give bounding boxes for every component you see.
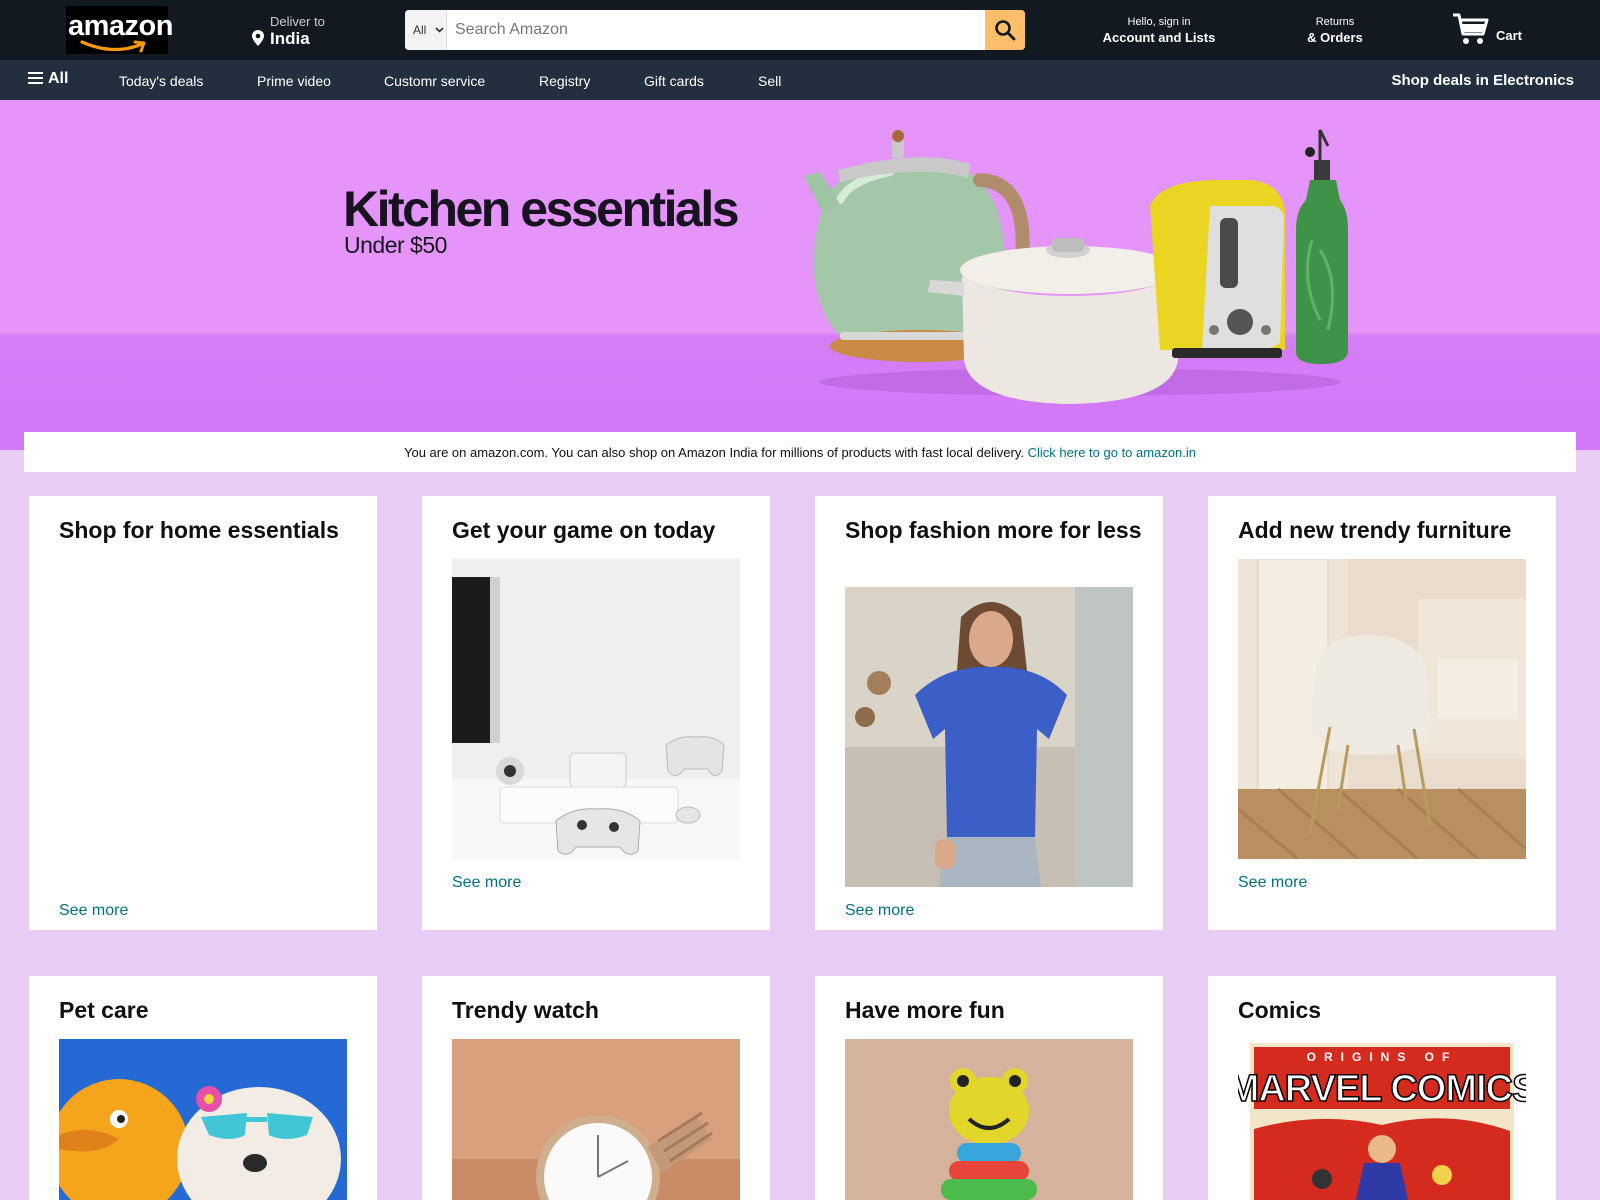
nav-link-customer-service[interactable]: Customr service (384, 73, 485, 89)
card-title: Get your game on today (452, 517, 716, 543)
card-image-watch[interactable] (452, 1039, 740, 1200)
card-comics: Comics ORIGINS OF MARVEL COMICS (1208, 976, 1556, 1200)
card-have-more-fun: Have more fun (815, 976, 1163, 1200)
card-trendy-watch: Trendy watch (422, 976, 770, 1200)
logo-text: amazon (68, 10, 173, 42)
card-title: Trendy watch (452, 997, 599, 1023)
hero-subtitle: Under $50 (344, 232, 447, 258)
nav-link-registry[interactable]: Registry (539, 73, 590, 89)
search-icon (995, 20, 1016, 41)
see-more-link[interactable]: See more (845, 902, 914, 920)
card-home-essentials: Shop for home essentials See more (29, 496, 377, 930)
top-navbar: amazon Deliver to India All Hello (0, 0, 1600, 60)
card-furniture: Add new trendy furniture See more (1208, 496, 1556, 930)
card-title: Shop for home essentials (59, 517, 339, 543)
location-pin-icon (252, 30, 264, 46)
cart-label: Cart (1496, 28, 1523, 43)
kitchen-products-image (804, 129, 1348, 404)
deliver-label: Deliver to (270, 14, 325, 29)
account-and-lists[interactable]: Hello, sign in Account and Lists (1100, 16, 1218, 45)
card-title: Shop fashion more for less (845, 517, 1142, 543)
hamburger-menu-icon (28, 72, 43, 84)
card-image-toy[interactable] (845, 1039, 1133, 1200)
card-fashion: Shop fashion more for less See more (815, 496, 1163, 930)
see-more-link[interactable]: See more (452, 874, 521, 892)
card-title: Comics (1238, 997, 1322, 1023)
see-more-link[interactable]: See more (1238, 874, 1307, 892)
card-image-pet-care[interactable] (59, 1039, 347, 1200)
comic-cover-top-text: ORIGINS OF (1307, 1050, 1458, 1064)
card-pet-care: Pet care (29, 976, 377, 1200)
hero-banner[interactable]: Kitchen essentials Under $50 (0, 100, 1600, 450)
secondary-navbar: All Today's deals Prime video Customr se… (0, 60, 1600, 100)
card-image-comics[interactable]: ORIGINS OF MARVEL COMICS (1238, 1039, 1526, 1200)
card-image-furniture[interactable] (1238, 559, 1526, 859)
toaster-image (1150, 180, 1285, 358)
account-label: Account and Lists (1102, 30, 1216, 45)
card-title: Pet care (59, 997, 149, 1023)
returns-label: Returns (1315, 16, 1355, 28)
search-input[interactable] (447, 10, 984, 50)
cart-icon (1453, 13, 1489, 44)
card-title: Have more fun (845, 997, 1005, 1023)
nav-link-prime-video[interactable]: Prime video (257, 73, 331, 89)
see-more-link[interactable]: See more (59, 902, 128, 920)
returns-and-orders[interactable]: Returns & Orders (1295, 16, 1375, 45)
orders-label: & Orders (1307, 30, 1363, 45)
nav-promo-electronics[interactable]: Shop deals in Electronics (1391, 72, 1574, 89)
hero-title: Kitchen essentials (343, 181, 740, 237)
card-title: Add new trendy furniture (1238, 517, 1512, 543)
go-to-amazon-in-link[interactable]: Click here to go to amazon.in (1028, 445, 1196, 460)
dropdown-chevron-icon (435, 27, 444, 33)
account-greeting: Hello, sign in (1127, 16, 1191, 28)
amazon-logo[interactable]: amazon (66, 6, 173, 54)
locale-notice: You are on amazon.com. You can also shop… (24, 432, 1576, 472)
search-button[interactable] (985, 10, 1025, 50)
oil-bottle-image (1296, 129, 1348, 364)
search-category-label: All (413, 23, 427, 37)
comic-cover-main-text: MARVEL COMICS (1238, 1068, 1526, 1110)
nav-link-gift-cards[interactable]: Gift cards (644, 73, 704, 89)
card-image-fashion[interactable] (845, 587, 1133, 887)
all-menu-button[interactable]: All (28, 70, 68, 88)
nav-link-sell[interactable]: Sell (758, 73, 781, 89)
card-gaming: Get your game on today See more (422, 496, 770, 930)
all-menu-label: All (48, 70, 69, 87)
notice-text: You are on amazon.com. You can also shop… (403, 445, 1025, 460)
smile-arrow-icon (80, 40, 146, 53)
cart-button[interactable]: Cart (1452, 10, 1532, 50)
card-image-gaming[interactable] (452, 559, 740, 859)
search-category-select[interactable]: All (405, 10, 447, 50)
nav-link-todays-deals[interactable]: Today's deals (119, 73, 203, 89)
deliver-location: India (270, 29, 310, 48)
search-bar: All (405, 10, 1025, 50)
